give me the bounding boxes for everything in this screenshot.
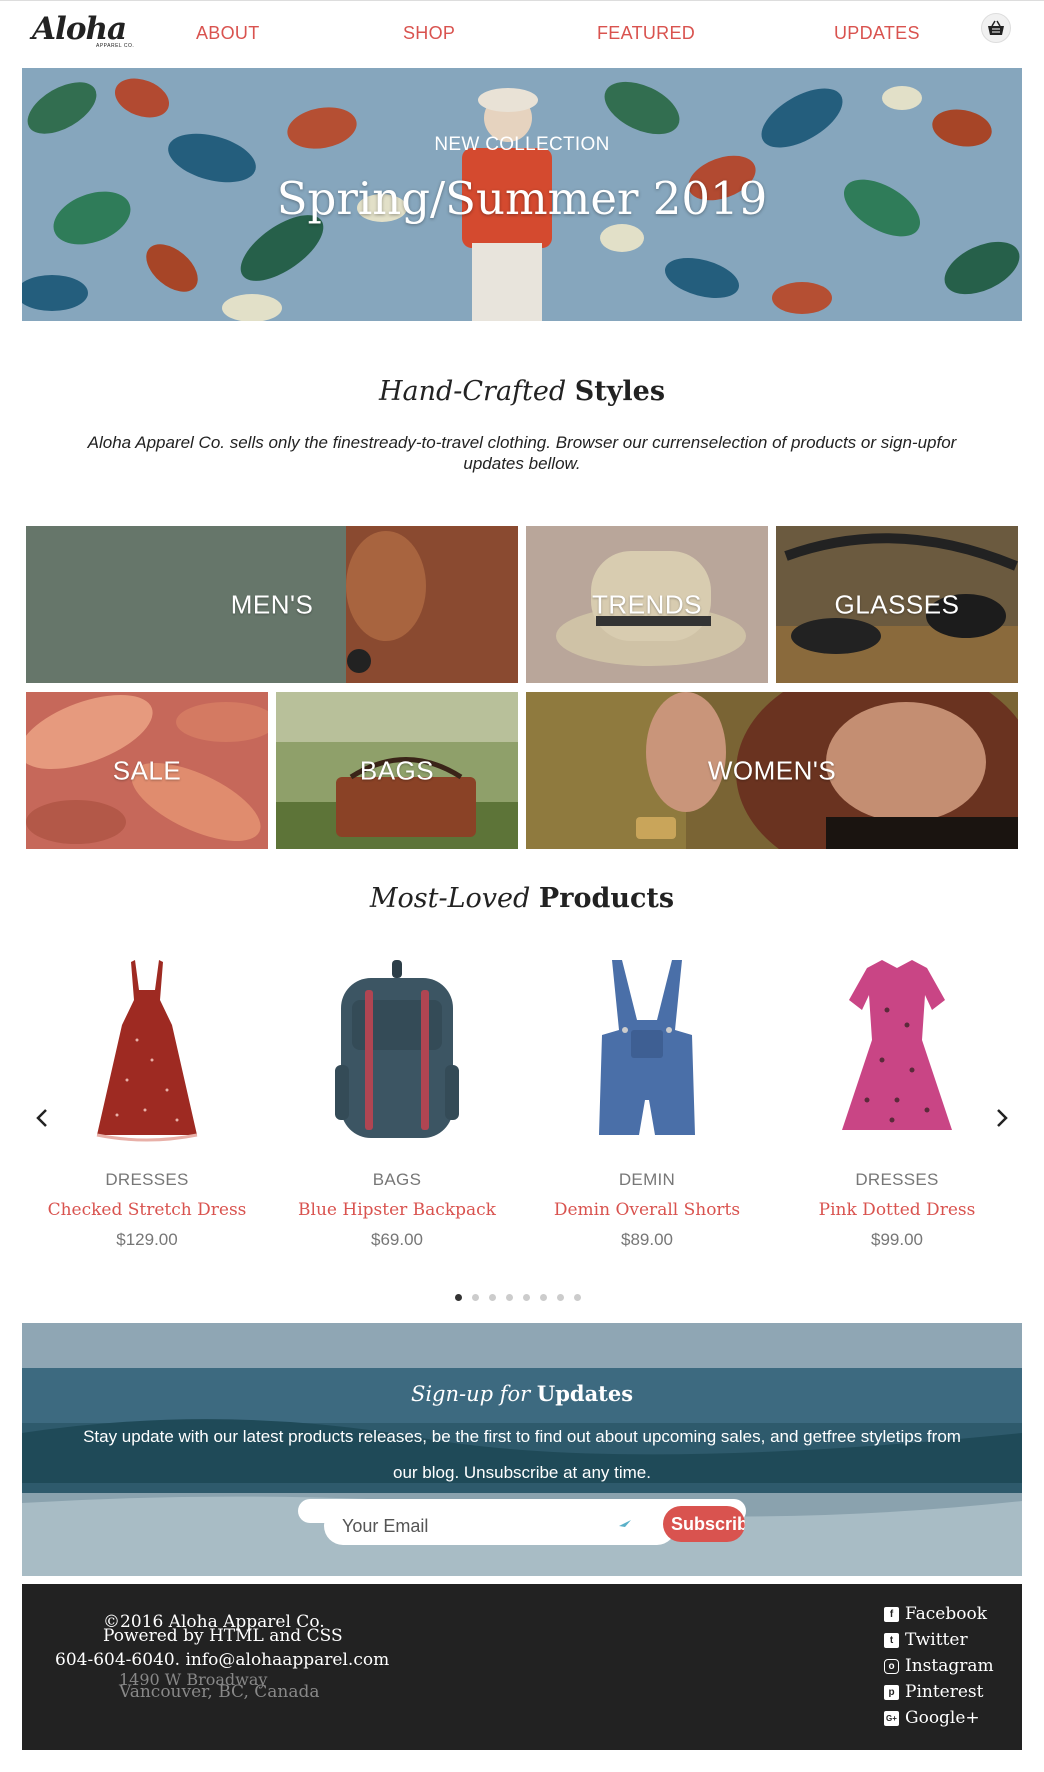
category-label: SALE	[112, 755, 182, 785]
product-name[interactable]: Demin Overall Shorts	[527, 1200, 767, 1220]
product-card[interactable]: DRESSES Checked Stretch Dress $129.00	[27, 950, 267, 1250]
pink-dress-image	[842, 960, 952, 1130]
carousel-dot[interactable]	[574, 1294, 581, 1301]
footer-powered: Powered by HTML and CSS	[103, 1626, 343, 1646]
product-category: DEMIN	[618, 1170, 676, 1189]
carousel-dot[interactable]	[455, 1294, 462, 1301]
carousel-dot[interactable]	[523, 1294, 530, 1301]
social-facebook[interactable]: f Facebook	[884, 1604, 987, 1624]
intro-heading-bold: Styles	[574, 376, 666, 407]
intro-text: Aloha Apparel Co. sells only the finestr…	[87, 433, 957, 473]
signup-text: Stay update with our latest products rel…	[83, 1427, 961, 1482]
social-label: Pinterest	[905, 1682, 984, 1702]
signup-heading-bold: Updates	[536, 1381, 634, 1406]
category-tile-bags[interactable]: BAGS	[276, 692, 518, 849]
top-nav: Aloha APPAREL CO. ABOUT SHOP FEATURED UP…	[0, 0, 1044, 66]
nav-about[interactable]: ABOUT	[196, 23, 260, 44]
product-name[interactable]: Blue Hipster Backpack	[277, 1200, 517, 1220]
product-price: $129.00	[116, 1230, 178, 1249]
carousel-dot[interactable]	[472, 1294, 479, 1301]
product-name[interactable]: Checked Stretch Dress	[27, 1200, 267, 1220]
intro-heading-italic: Hand-Crafted	[378, 376, 567, 407]
product-category: BAGS	[372, 1170, 422, 1189]
social-pinterest[interactable]: p Pinterest	[884, 1682, 983, 1702]
carousel-dot[interactable]	[540, 1294, 547, 1301]
logo-subtitle: APPAREL CO.	[96, 43, 135, 49]
product-name[interactable]: Pink Dotted Dress	[777, 1200, 1017, 1220]
product-price: $69.00	[371, 1230, 423, 1249]
basket-icon[interactable]	[981, 13, 1011, 43]
product-card[interactable]: BAGS Blue Hipster Backpack $69.00	[277, 950, 517, 1250]
pinterest-icon: p	[884, 1684, 899, 1700]
product-card[interactable]: DRESSES Pink Dotted Dress $99.00	[777, 950, 1017, 1250]
carousel-dots	[455, 1294, 581, 1304]
hero-title: Spring/Summer 2019	[276, 172, 768, 225]
logo[interactable]: Aloha	[32, 11, 127, 47]
carousel-dot[interactable]	[489, 1294, 496, 1301]
category-label: BAGS	[359, 755, 435, 785]
google-plus-icon: G+	[884, 1710, 899, 1726]
footer-contact[interactable]: 604-604-6040. info@alohaapparel.com	[55, 1650, 389, 1670]
signup-section: Sign-up for Updates Stay update with our…	[22, 1323, 1022, 1576]
products-heading: Most-Loved Products	[0, 883, 1044, 914]
social-label: Twitter	[905, 1630, 968, 1650]
intro-heading: Hand-Crafted Styles	[0, 376, 1044, 407]
products-heading-italic: Most-Loved	[369, 883, 531, 914]
product-category: DRESSES	[105, 1170, 189, 1189]
twitter-icon: t	[884, 1632, 899, 1648]
red-dress-image	[96, 960, 198, 1142]
nav-featured[interactable]: FEATURED	[597, 23, 695, 44]
social-label: Instagram	[905, 1656, 994, 1676]
social-twitter[interactable]: t Twitter	[884, 1630, 968, 1650]
signup-heading: Sign-up for Updates	[22, 1381, 1022, 1406]
subscribe-button[interactable]: Subscribe	[663, 1506, 745, 1542]
nav-shop[interactable]: SHOP	[403, 23, 455, 44]
category-label: WOMEN'S	[707, 755, 837, 785]
backpack-image	[335, 960, 459, 1138]
category-label: MEN'S	[230, 589, 314, 619]
denim-overalls-image	[599, 960, 695, 1135]
category-tile-glasses[interactable]: GLASSES	[776, 526, 1018, 683]
social-label: Google+	[905, 1708, 980, 1728]
category-label: GLASSES	[834, 589, 960, 619]
category-label: TRENDS	[592, 589, 702, 619]
nav-updates[interactable]: UPDATES	[834, 23, 920, 44]
carousel-dot[interactable]	[557, 1294, 564, 1301]
carousel-dot[interactable]	[506, 1294, 513, 1301]
products-heading-bold: Products	[538, 883, 675, 914]
hero-banner: NEW COLLECTION Spring/Summer 2019	[22, 68, 1022, 321]
product-category: DRESSES	[855, 1170, 939, 1189]
footer: ©2016 Aloha Apparel Co. Powered by HTML …	[22, 1584, 1022, 1750]
email-input[interactable]	[342, 1511, 582, 1541]
footer-address-line2: Vancouver, BC, Canada	[119, 1682, 320, 1702]
send-icon	[619, 1520, 631, 1527]
category-tile-mens[interactable]: MEN'S	[26, 526, 518, 683]
social-google-plus[interactable]: G+ Google+	[884, 1708, 980, 1728]
social-label: Facebook	[905, 1604, 988, 1624]
product-price: $99.00	[871, 1230, 923, 1249]
signup-heading-italic: Sign-up for	[410, 1382, 531, 1406]
category-tile-trends[interactable]: TRENDS	[526, 526, 768, 683]
category-tile-womens[interactable]: WOMEN'S	[526, 692, 1018, 849]
hero-subtitle: NEW COLLECTION	[434, 134, 610, 155]
instagram-icon: o	[884, 1658, 899, 1674]
social-instagram[interactable]: o Instagram	[884, 1656, 994, 1676]
product-price: $89.00	[621, 1230, 673, 1249]
product-card[interactable]: DEMIN Demin Overall Shorts $89.00	[527, 950, 767, 1250]
category-tile-sale[interactable]: SALE	[26, 692, 268, 849]
facebook-icon: f	[884, 1606, 899, 1622]
